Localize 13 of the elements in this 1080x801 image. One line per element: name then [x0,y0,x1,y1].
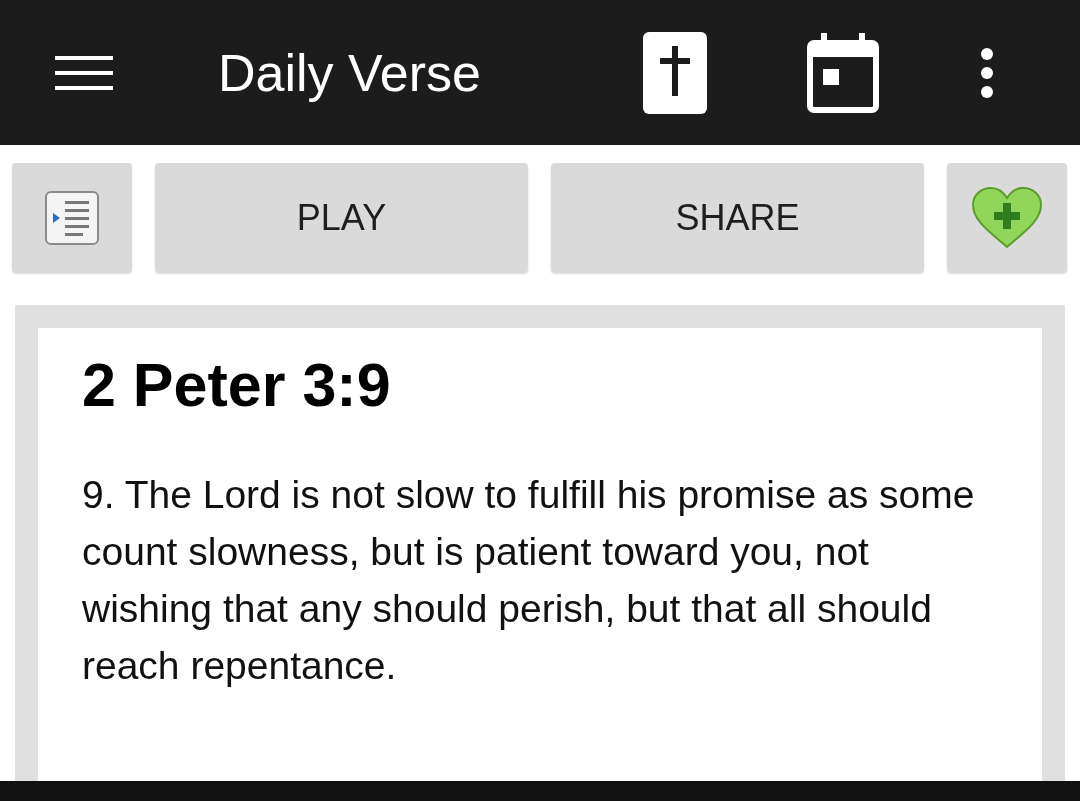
verse-reference: 2 Peter 3:9 [82,350,392,420]
heart-plus-icon [971,186,1043,249]
app-title: Daily Verse [218,42,481,103]
book-cross-icon[interactable] [643,31,707,114]
list-button[interactable] [12,163,132,272]
action-button[interactable]: PLAY [155,163,528,272]
favorite-button[interactable] [947,163,1067,272]
calendar-icon[interactable] [807,32,879,113]
verse-text: 9. The Lord is not slow to fulfill his promise as some count slowness, but is patient toward you, not wishing that any should perish, but that all should reach repentance. [82,472,976,689]
menu-icon[interactable] [55,55,113,90]
list-icon [43,188,101,247]
more-options-icon[interactable] [980,46,994,99]
action-button[interactable]: SHARE [551,163,924,272]
